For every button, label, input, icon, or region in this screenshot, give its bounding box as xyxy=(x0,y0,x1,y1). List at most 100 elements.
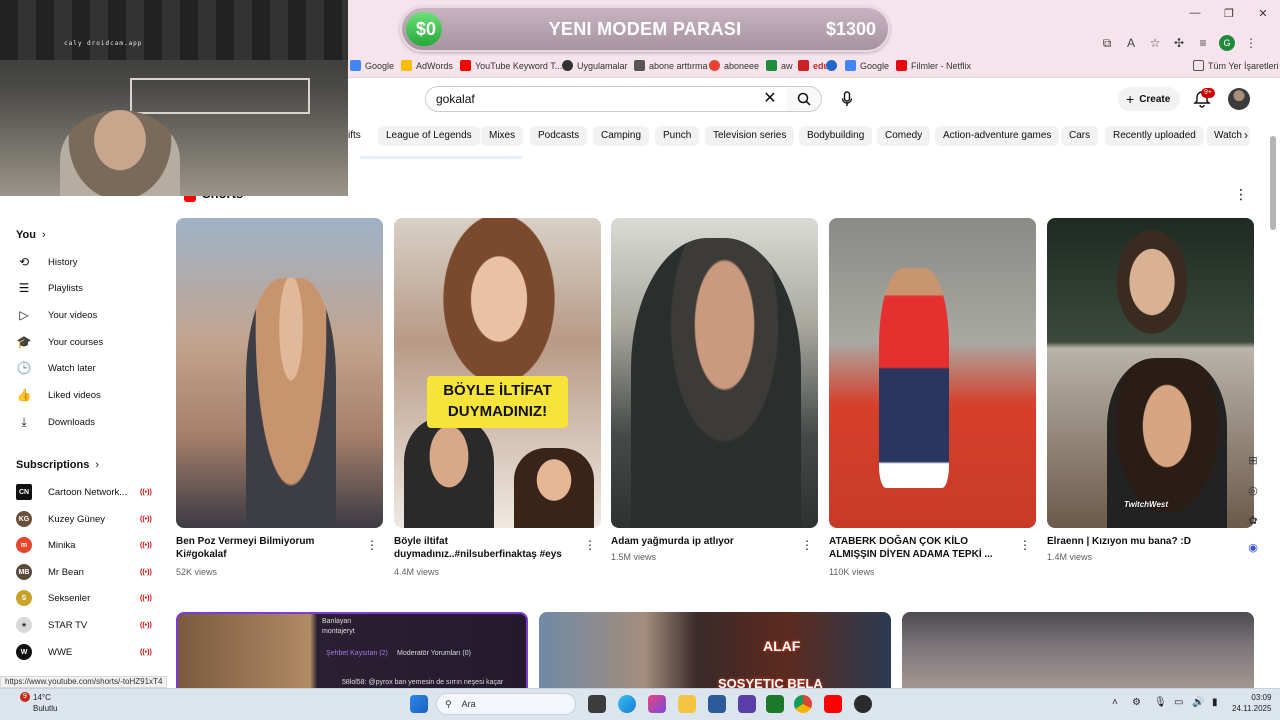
obs-icon[interactable] xyxy=(854,695,872,713)
volume-icon[interactable]: 🔊 xyxy=(1192,697,1204,708)
bookmark[interactable]: aw xyxy=(766,60,793,71)
short-thumbnail[interactable] xyxy=(611,218,818,528)
subscription-item[interactable]: CN Cartoon Network... ((•)) xyxy=(16,482,156,502)
bookmark[interactable]: Uygulamalar xyxy=(562,60,628,71)
bookmark[interactable]: Google xyxy=(350,60,394,71)
short-thumbnail[interactable] xyxy=(1047,218,1254,528)
short-title[interactable]: ATABERK DOĞAN ÇOK KİLO ALMIŞŞIN DİYEN AD… xyxy=(829,535,1009,561)
short-thumbnail[interactable] xyxy=(829,218,1036,528)
tray-app-icon[interactable]: ⚙ xyxy=(1132,697,1141,708)
bookmark[interactable]: Filmler - Netflix xyxy=(896,60,971,71)
weather-widget[interactable]: 14°C Bulutlu xyxy=(33,692,57,714)
search-button[interactable] xyxy=(786,86,822,112)
windows-start-icon[interactable] xyxy=(410,695,428,713)
taskbar-clock[interactable]: 03:09 24.11.2025 xyxy=(1232,692,1271,714)
mic-icon[interactable]: 🎙 xyxy=(1154,697,1167,708)
subscription-item[interactable]: S Seksenler ((•)) xyxy=(16,588,156,608)
voice-search-button[interactable] xyxy=(833,86,861,112)
account-avatar[interactable] xyxy=(1228,88,1250,110)
extension-side-icon[interactable]: ◎ xyxy=(1244,481,1262,499)
video-thumbnail[interactable] xyxy=(902,612,1254,692)
filter-chip[interactable]: Punch xyxy=(655,126,700,146)
close-icon[interactable]: ✕ xyxy=(1246,0,1280,26)
more-options-icon[interactable]: ⋮ xyxy=(801,538,813,552)
short-title[interactable]: Adam yağmurda ip atlıyor xyxy=(611,535,791,548)
subscription-item[interactable]: KG Kuzey Güney ((•)) xyxy=(16,509,156,529)
filter-chip[interactable]: Cars xyxy=(1061,126,1099,146)
filter-chip[interactable]: League of Legends xyxy=(378,126,480,146)
netflix-icon xyxy=(896,60,907,71)
sidebar-you-header[interactable]: You › xyxy=(16,229,46,241)
display-icon[interactable]: ▭ xyxy=(1174,697,1183,708)
youtube-icon[interactable] xyxy=(824,695,842,713)
filter-chip[interactable]: Bodybuilding xyxy=(799,126,873,146)
subscription-item[interactable]: MB Mr Bean ((•)) xyxy=(16,562,156,582)
assistant-side-icon[interactable]: ◉ xyxy=(1244,538,1262,556)
bookmark-star-icon[interactable]: ☆ xyxy=(1144,34,1166,52)
taskbar-search[interactable]: ⚲ Ara xyxy=(436,693,576,715)
create-button[interactable]: + Create xyxy=(1118,87,1181,111)
short-title[interactable]: Ben Poz Vermeyi Bilmiyorum Ki#gokalaf xyxy=(176,535,356,561)
restore-icon[interactable]: ❐ xyxy=(1212,0,1246,26)
filter-chip[interactable]: Camping xyxy=(593,126,650,146)
sidebar-item-downloads[interactable]: ⤓ Downloads xyxy=(16,412,156,432)
sidebar-item-your-courses[interactable]: 🎓 Your courses xyxy=(16,332,156,352)
file-explorer-icon[interactable] xyxy=(678,695,696,713)
edge-icon[interactable] xyxy=(618,695,636,713)
subscription-item[interactable]: m Minika ((•)) xyxy=(16,535,156,555)
bookmark[interactable]: edu xyxy=(798,60,829,71)
bookmark[interactable]: Google xyxy=(845,60,889,71)
store-icon[interactable] xyxy=(708,695,726,713)
filter-chip[interactable]: Recently uploaded xyxy=(1105,126,1204,146)
short-title[interactable]: Böyle iltifat duymadınız..#nilsuberfinak… xyxy=(394,535,574,561)
filter-chip[interactable]: Action-adventure games xyxy=(935,126,1060,146)
task-view-icon[interactable] xyxy=(588,695,606,713)
filter-chip[interactable]: Mixes xyxy=(481,126,524,146)
bookmark[interactable]: aboneee xyxy=(709,60,759,71)
bookmark[interactable] xyxy=(826,60,837,71)
short-thumbnail[interactable] xyxy=(176,218,383,528)
translate-icon[interactable]: A xyxy=(1120,34,1142,52)
chrome-icon[interactable] xyxy=(794,695,812,713)
more-options-icon[interactable]: ⋮ xyxy=(1234,186,1248,203)
search-input[interactable] xyxy=(436,92,756,106)
chevron-up-icon[interactable]: ˄ xyxy=(1112,697,1118,708)
bookmark-side-icon[interactable]: ⊞ xyxy=(1244,451,1262,469)
sidebar-item-liked-videos[interactable]: 👍 Liked videos xyxy=(16,385,156,405)
install-icon[interactable]: ⧉ xyxy=(1096,34,1118,52)
other-bookmarks[interactable]: Tüm Yer İşaretleri xyxy=(1193,60,1279,71)
subscription-item[interactable]: W WWE ((•)) xyxy=(16,642,156,662)
xbox-icon[interactable] xyxy=(766,695,784,713)
battery-icon[interactable]: ▮ xyxy=(1212,697,1218,708)
bookmark[interactable]: AdWords xyxy=(401,60,453,71)
filter-chip[interactable]: Television series xyxy=(705,126,795,146)
clear-search-icon[interactable]: ✕ xyxy=(760,89,780,109)
profile-icon[interactable]: G xyxy=(1219,35,1235,51)
chevron-right-icon[interactable]: › xyxy=(1244,128,1248,142)
filter-chip[interactable]: Comedy xyxy=(877,126,931,146)
bookmark[interactable]: YouTube Keyword T... xyxy=(460,60,562,71)
page-scrollbar[interactable] xyxy=(1270,136,1276,230)
sidebar-item-playlists[interactable]: ☰ Playlists xyxy=(16,278,156,298)
short-thumbnail[interactable] xyxy=(394,218,601,528)
sidebar-item-your-videos[interactable]: ▷ Your videos xyxy=(16,305,156,325)
bookmark[interactable]: abone arttırma xyxy=(634,60,708,71)
extension-side-icon[interactable]: ✿ xyxy=(1244,511,1262,529)
subscription-item[interactable]: ★ STAR TV ((•)) xyxy=(16,615,156,635)
app-icon[interactable] xyxy=(738,695,756,713)
sidebar-item-history[interactable]: ⟲ History xyxy=(16,252,156,272)
video-thumbnail[interactable] xyxy=(539,612,891,692)
search-box[interactable] xyxy=(425,86,787,112)
more-options-icon[interactable]: ⋮ xyxy=(584,538,596,552)
short-title[interactable]: Elraenn | Kızıyon mu bana? :D xyxy=(1047,535,1227,548)
copilot-icon[interactable] xyxy=(648,695,666,713)
more-options-icon[interactable]: ⋮ xyxy=(1019,538,1031,552)
more-options-icon[interactable]: ⋮ xyxy=(366,538,378,552)
sidebar-item-watch-later[interactable]: 🕒 Watch later xyxy=(16,358,156,378)
sidebar-subscriptions-header[interactable]: Subscriptions › xyxy=(16,459,99,471)
extensions-icon[interactable]: ✣ xyxy=(1168,34,1190,52)
menu-icon[interactable]: ⋮ xyxy=(1240,34,1262,52)
media-icon[interactable]: ≡ xyxy=(1192,34,1214,52)
minimize-icon[interactable]: — xyxy=(1178,0,1212,26)
filter-chip[interactable]: Podcasts xyxy=(530,126,588,146)
